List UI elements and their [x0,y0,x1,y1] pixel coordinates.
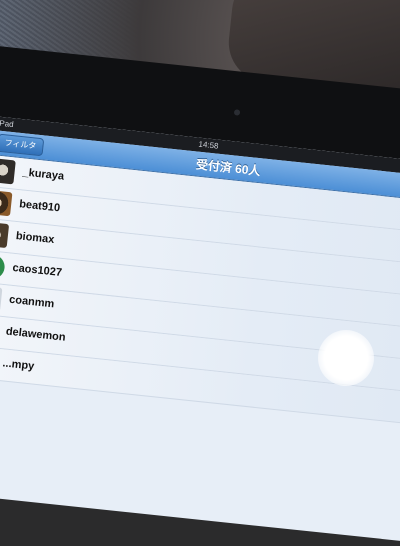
username: _kuraya [21,166,65,183]
username: coanmm [8,293,55,311]
light-glare [318,330,374,386]
ipad-device: iPad 14:58 フィルタ 受付済 60人 _kuraya beat910 … [0,40,400,544]
front-camera-icon [233,109,241,116]
avatar [0,253,6,280]
avatar [0,221,10,249]
status-carrier: iPad [0,118,15,130]
username: delawemon [5,325,67,344]
avatar [0,158,16,185]
status-time: 14:58 [198,139,219,151]
username: beat910 [18,198,61,215]
avatar [0,189,13,217]
user-list: _kuraya beat910 biomax caos1027 coanmm d… [0,154,400,428]
username: caos1027 [11,261,63,279]
username: ...mpy [1,357,35,373]
username: biomax [15,230,55,247]
avatar [0,285,3,312]
